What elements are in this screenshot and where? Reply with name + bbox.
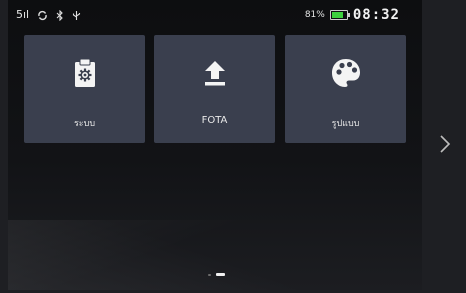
sync-icon (38, 10, 47, 20)
tile-label: FOTA (201, 115, 228, 126)
page-dot-active[interactable] (216, 273, 225, 276)
bluetooth-icon (56, 9, 63, 21)
battery-percent: 81% (304, 10, 325, 20)
device-screen: 5ıl 81% 08:32 ระบบ FOTA รูปแบบ (0, 0, 466, 293)
signal-icon: 5ıl (16, 8, 30, 21)
home-display: 5ıl 81% 08:32 ระบบ FOTA รูปแบบ (8, 0, 422, 290)
tile-fota[interactable]: FOTA (154, 35, 275, 143)
clock: 08:32 (352, 7, 400, 23)
clipboard-gear-icon (74, 58, 95, 87)
upload-arrow-icon (204, 61, 225, 86)
battery-level (331, 12, 344, 18)
tile-system[interactable]: ระบบ (24, 35, 145, 143)
status-bar: 5ıl 81% 08:32 (8, 6, 422, 26)
page-dot[interactable] (208, 273, 211, 276)
palette-icon (331, 59, 360, 87)
tile-style[interactable]: รูปแบบ (285, 35, 406, 143)
battery-icon (329, 10, 350, 20)
status-right: 81% 08:32 (305, 7, 400, 23)
tile-label: รูปแบบ (331, 119, 360, 129)
usb-icon (73, 10, 81, 20)
tile-label: ระบบ (73, 119, 96, 129)
chevron-right-icon[interactable] (436, 132, 454, 156)
status-icons: 5ıl (16, 8, 81, 22)
page-indicator (208, 273, 225, 276)
